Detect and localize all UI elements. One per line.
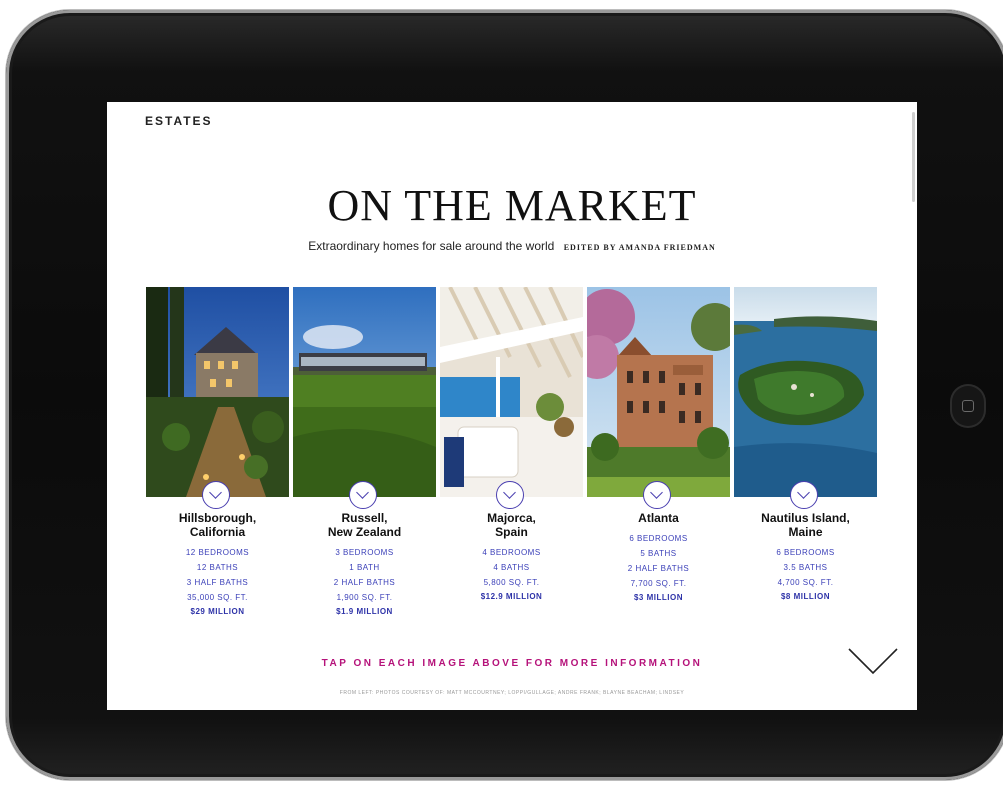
home-button[interactable] bbox=[950, 384, 986, 428]
property-specs: 6 BEDROOMS 5 BATHS 2 HALF BATHS 7,700 SQ… bbox=[587, 531, 730, 604]
property-card[interactable]: Russell, New Zealand 3 BEDROOMS 1 BATH 2… bbox=[293, 287, 436, 618]
property-price: $3 MILLION bbox=[633, 593, 683, 602]
spec-line: 35,000 SQ. FT. bbox=[187, 593, 248, 602]
chevron-down-icon[interactable] bbox=[202, 481, 230, 509]
chevron-down-icon[interactable] bbox=[496, 481, 524, 509]
spec-line: 12 BATHS bbox=[196, 563, 239, 572]
house-photo[interactable] bbox=[587, 287, 730, 497]
property-specs: 3 BEDROOMS 1 BATH 2 HALF BATHS 1,900 SQ.… bbox=[293, 545, 436, 618]
section-label: ESTATES bbox=[145, 114, 213, 128]
property-price: $12.9 MILLION bbox=[480, 592, 543, 601]
property-card[interactable]: Hillsborough, California 12 BEDROOMS 12 … bbox=[146, 287, 289, 618]
spec-line: 1 BATH bbox=[349, 563, 380, 572]
property-price: $1.9 MILLION bbox=[336, 607, 393, 616]
property-location: Atlanta bbox=[638, 511, 679, 525]
house-photo[interactable] bbox=[146, 287, 289, 497]
spec-line: 6 BEDROOMS bbox=[776, 548, 835, 557]
editor-credit: EDITED BY AMANDA FRIEDMAN bbox=[563, 243, 716, 252]
chevron-down-icon[interactable] bbox=[349, 481, 377, 509]
property-specs: 4 BEDROOMS 4 BATHS 5,800 SQ. FT. $12.9 M… bbox=[440, 545, 583, 603]
spec-line: 5,800 SQ. FT. bbox=[483, 578, 540, 587]
spec-line: 3 HALF BATHS bbox=[186, 578, 249, 587]
property-location: Nautilus Island, Maine bbox=[761, 511, 850, 539]
chevron-down-icon[interactable] bbox=[643, 481, 671, 509]
subtitle-text: Extraordinary homes for sale around the … bbox=[308, 239, 555, 253]
property-price: $29 MILLION bbox=[190, 607, 245, 616]
photo-credits: FROM LEFT: PHOTOS COURTESY OF: MATT MCCO… bbox=[339, 690, 685, 696]
spec-line: 4 BEDROOMS bbox=[482, 548, 541, 557]
magazine-page: ESTATES ON THE MARKET Extraordinary home… bbox=[107, 102, 917, 710]
property-specs: 6 BEDROOMS 3.5 BATHS 4,700 SQ. FT. $8 MI… bbox=[734, 545, 877, 603]
property-location: Russell, New Zealand bbox=[327, 511, 402, 539]
spec-line: 12 BEDROOMS bbox=[185, 548, 250, 557]
property-card[interactable]: Nautilus Island, Maine 6 BEDROOMS 3.5 BA… bbox=[734, 287, 877, 603]
spec-line: 3 BEDROOMS bbox=[335, 548, 394, 557]
property-list: Hillsborough, California 12 BEDROOMS 12 … bbox=[146, 287, 878, 627]
spec-line: 7,700 SQ. FT. bbox=[630, 579, 687, 588]
spec-line: 4 BATHS bbox=[493, 563, 530, 572]
house-photo[interactable] bbox=[293, 287, 436, 497]
page-subtitle: Extraordinary homes for sale around the … bbox=[107, 239, 917, 253]
spec-line: 2 HALF BATHS bbox=[627, 564, 690, 573]
spec-line: 2 HALF BATHS bbox=[333, 578, 396, 587]
house-photo[interactable] bbox=[440, 287, 583, 497]
property-location: Hillsborough, California bbox=[178, 511, 257, 539]
property-price: $8 MILLION bbox=[780, 592, 830, 601]
tap-instruction: TAP ON EACH IMAGE ABOVE FOR MORE INFORMA… bbox=[321, 658, 703, 669]
island-photo[interactable] bbox=[734, 287, 877, 497]
spec-line: 3.5 BATHS bbox=[783, 563, 828, 572]
page-title: ON THE MARKET bbox=[327, 181, 697, 230]
next-page-chevron-icon[interactable] bbox=[847, 647, 899, 677]
tablet-frame: ESTATES ON THE MARKET Extraordinary home… bbox=[6, 10, 1003, 780]
spec-line: 6 BEDROOMS bbox=[629, 534, 688, 543]
property-card[interactable]: Majorca, Spain 4 BEDROOMS 4 BATHS 5,800 … bbox=[440, 287, 583, 603]
property-card[interactable]: Atlanta 6 BEDROOMS 5 BATHS 2 HALF BATHS … bbox=[587, 287, 730, 604]
property-specs: 12 BEDROOMS 12 BATHS 3 HALF BATHS 35,000… bbox=[146, 545, 289, 618]
chevron-down-icon[interactable] bbox=[790, 481, 818, 509]
spec-line: 5 BATHS bbox=[640, 549, 677, 558]
home-button-icon bbox=[962, 400, 974, 412]
property-location: Majorca, Spain bbox=[487, 511, 536, 539]
spec-line: 4,700 SQ. FT. bbox=[777, 578, 834, 587]
spec-line: 1,900 SQ. FT. bbox=[336, 593, 393, 602]
